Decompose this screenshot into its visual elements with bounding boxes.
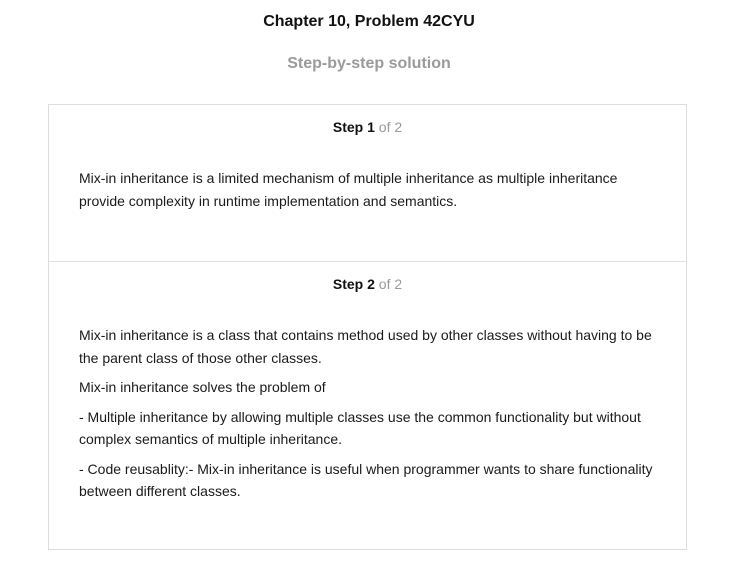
solution-container: Step 1 of 2 Mix-in inheritance is a limi… bbox=[48, 104, 687, 550]
step-label: Step 2 bbox=[332, 276, 375, 292]
step-header-1: Step 1 of 2 bbox=[49, 119, 686, 135]
step-label: Step 1 bbox=[332, 119, 375, 135]
step-section-2: Step 2 of 2 Mix-in inheritance is a clas… bbox=[49, 262, 686, 549]
step-count: of 2 bbox=[378, 276, 403, 292]
page-title: Chapter 10, Problem 42CYU bbox=[263, 13, 475, 30]
step-paragraph: - Multiple inheritance by allowing multi… bbox=[79, 408, 641, 448]
step-count: of 2 bbox=[378, 119, 403, 135]
step-number: 1 bbox=[367, 119, 375, 135]
step-paragraph: - Code reusablity:- Mix-in inheritance i… bbox=[79, 460, 653, 500]
step-paragraph: Mix-in inheritance is a class that conta… bbox=[79, 327, 652, 366]
solution-subtitle: Step-by-step solution bbox=[287, 55, 451, 72]
step-section-1: Step 1 of 2 Mix-in inheritance is a limi… bbox=[49, 105, 686, 262]
step-header-2: Step 2 of 2 bbox=[49, 276, 686, 292]
step-paragraph: Mix-in inheritance solves the problem of bbox=[79, 379, 326, 395]
step-paragraph: Mix-in inheritance is a limited mechanis… bbox=[79, 170, 618, 209]
step-number: 2 bbox=[367, 276, 375, 292]
step-body-1: Mix-in inheritance is a limited mechanis… bbox=[79, 167, 656, 219]
step-body-2: Mix-in inheritance is a class that conta… bbox=[79, 324, 656, 510]
